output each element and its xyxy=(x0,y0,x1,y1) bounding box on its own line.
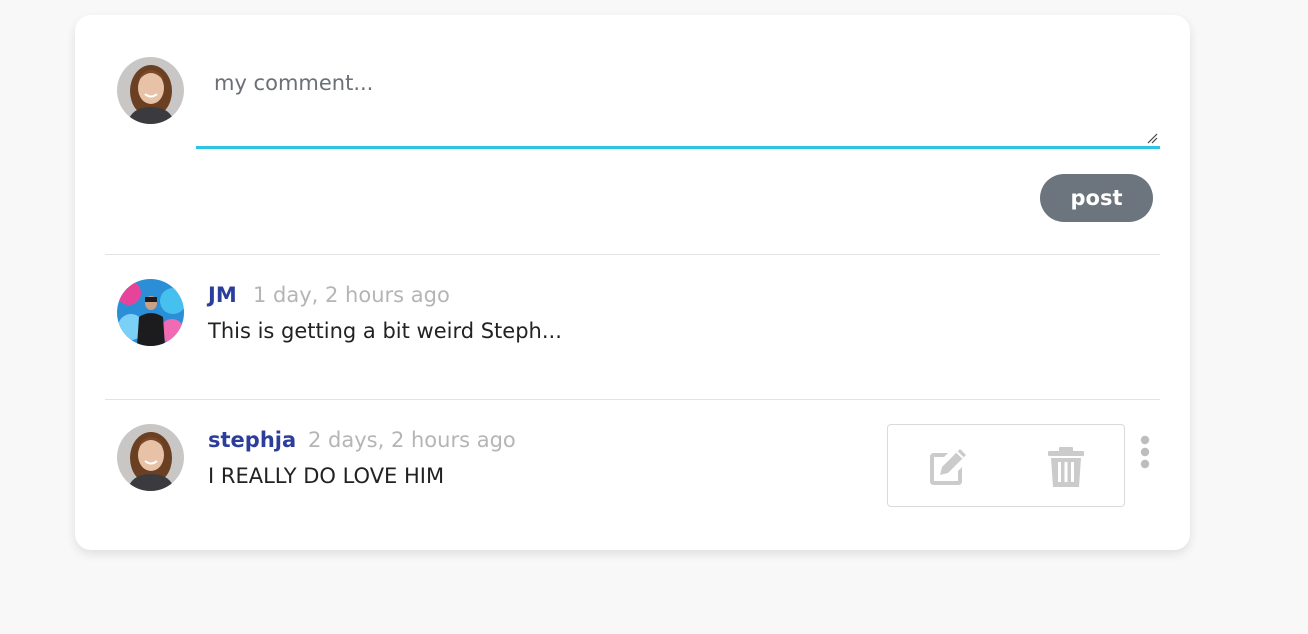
edit-icon[interactable] xyxy=(926,445,970,489)
comment-text: I REALLY DO LOVE HIM xyxy=(208,464,445,488)
comment-actions-menu xyxy=(887,424,1125,507)
comment-timestamp: 2 days, 2 hours ago xyxy=(308,428,516,452)
divider xyxy=(105,254,1160,255)
comment-box xyxy=(196,57,1160,149)
resize-handle-icon[interactable] xyxy=(1146,132,1158,144)
stephja-avatar[interactable] xyxy=(117,424,184,491)
jm-avatar[interactable] xyxy=(117,279,184,346)
vertical-dots-icon[interactable] xyxy=(1136,435,1154,471)
comment-text: This is getting a bit weird Steph... xyxy=(208,319,562,343)
comment-author[interactable]: stephja xyxy=(208,428,296,452)
post-button[interactable]: post xyxy=(1040,174,1153,222)
current-user-avatar xyxy=(117,57,184,124)
comment-timestamp: 1 day, 2 hours ago xyxy=(253,283,450,307)
trash-icon[interactable] xyxy=(1044,445,1088,489)
comment-author[interactable]: JM xyxy=(208,283,237,307)
comment-input[interactable] xyxy=(196,57,1160,146)
divider xyxy=(105,399,1160,400)
comments-card: post JM 1 day, 2 hours ago This is getti… xyxy=(75,15,1190,550)
